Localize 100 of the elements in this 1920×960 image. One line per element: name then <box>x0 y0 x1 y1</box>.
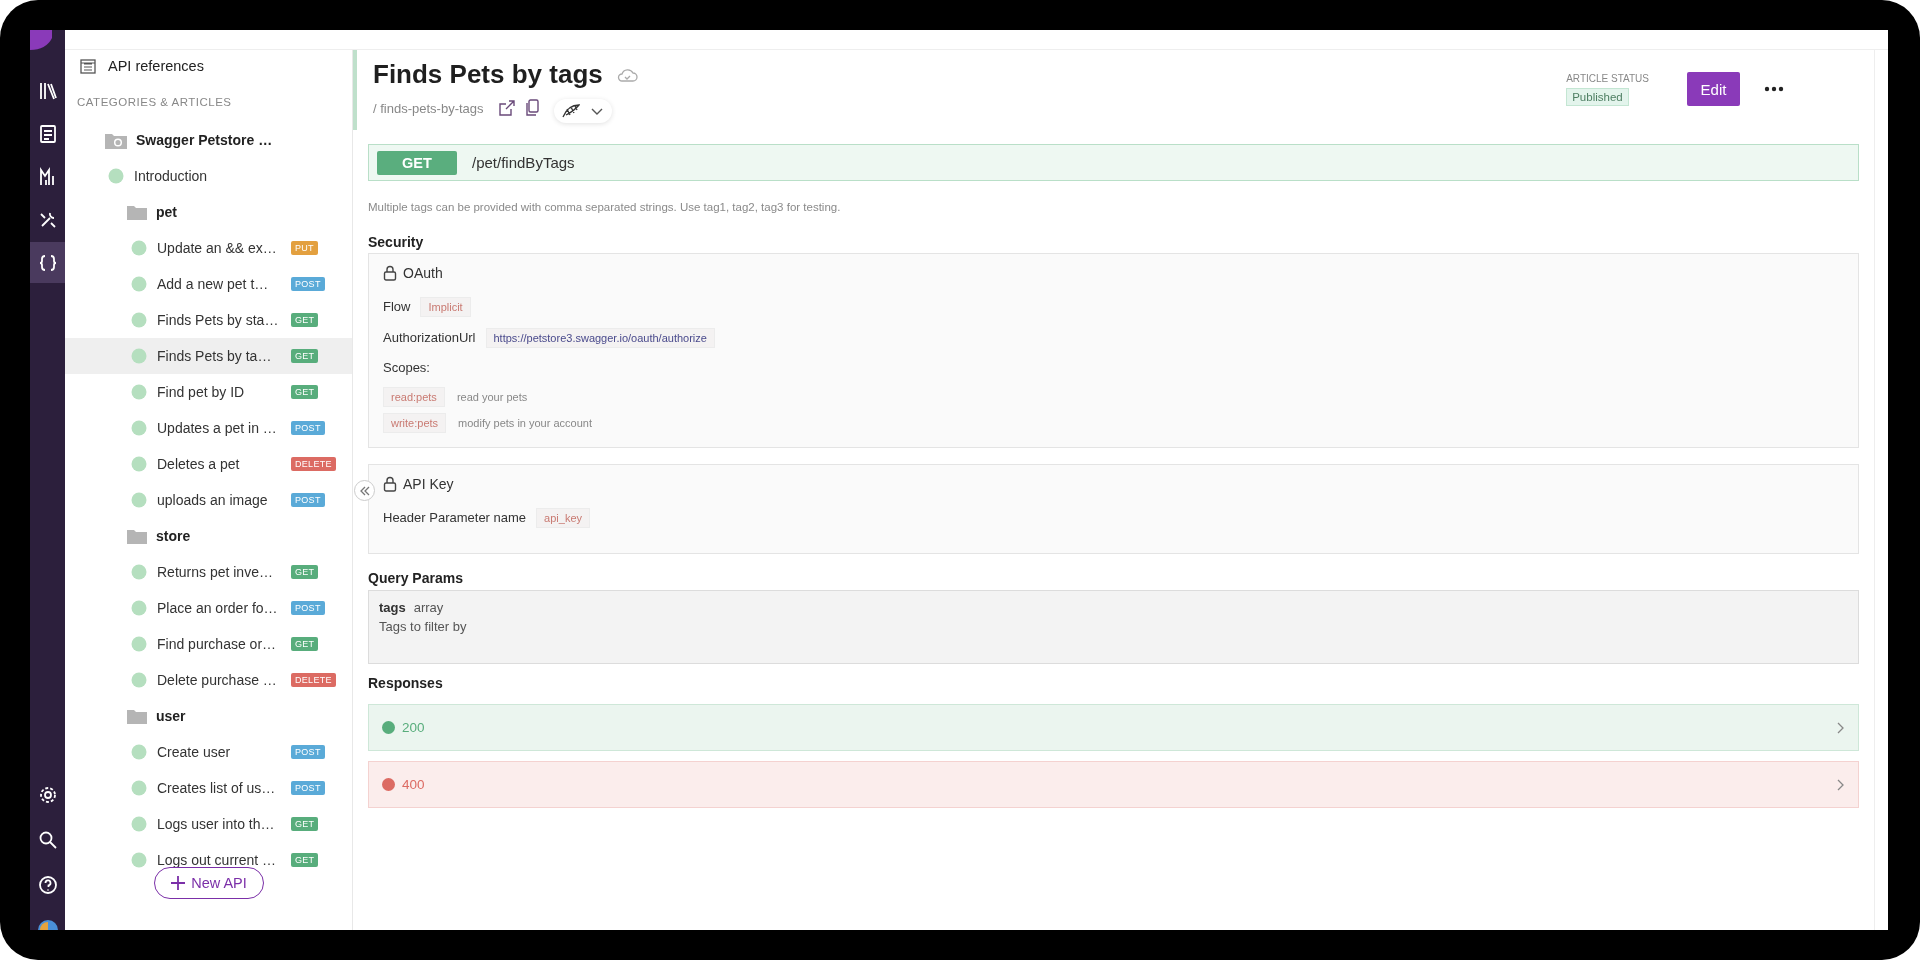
method-badge: POST <box>291 421 325 435</box>
field-label: Flow <box>383 299 411 314</box>
tree-item[interactable]: Swagger Petstore … <box>65 122 352 158</box>
tree-item[interactable]: Returns pet inve… GET <box>65 554 352 590</box>
lock-icon <box>383 476 397 492</box>
param-description: Tags to filter by <box>379 618 468 636</box>
tree-item[interactable]: Place an order fo… POST <box>65 590 352 626</box>
method-badge: GET <box>377 150 457 175</box>
status-dot-icon <box>131 564 147 580</box>
feather-icon <box>561 103 580 119</box>
status-dot-icon <box>131 240 147 256</box>
tree-item[interactable]: Finds Pets by sta… GET <box>65 302 352 338</box>
folder-icon <box>105 131 127 149</box>
field-value: api_key <box>536 507 590 528</box>
folder-icon <box>127 708 147 724</box>
folder-icon <box>127 204 147 220</box>
scheme-name: OAuth <box>403 265 443 281</box>
method-badge: PUT <box>291 241 318 255</box>
status-dot-icon <box>131 600 147 616</box>
status-dot-icon <box>131 384 147 400</box>
tree-item[interactable]: user <box>65 698 352 734</box>
status-dot-icon <box>131 456 147 472</box>
status-dot-icon <box>131 420 147 436</box>
tree-item[interactable]: Updates a pet in … POST <box>65 410 352 446</box>
help-icon[interactable] <box>37 875 58 895</box>
tree-item[interactable]: Introduction <box>65 158 352 194</box>
method-badge: GET <box>291 313 319 327</box>
chevron-right-icon <box>1836 721 1845 734</box>
scope-description: read your pets <box>456 391 528 403</box>
param-type: array <box>413 599 444 617</box>
status-dot-icon <box>131 492 147 508</box>
tree-item[interactable]: Create user POST <box>65 734 352 770</box>
tree-item[interactable]: Deletes a pet DELETE <box>65 446 352 482</box>
method-badge: DELETE <box>291 673 336 687</box>
param-name: tags <box>379 599 406 617</box>
status-dot-icon <box>108 168 124 184</box>
document-icon <box>37 123 58 144</box>
tree-item[interactable]: Delete purchase … DELETE <box>65 662 352 698</box>
status-dot-icon <box>131 348 147 364</box>
description: Multiple tags can be provided with comma separated strings. Use tag1, tag2, tag3 for testing. <box>368 200 842 215</box>
tree-item[interactable]: store <box>65 518 352 554</box>
method-badge: GET <box>291 637 319 651</box>
edit-button[interactable]: Edit <box>1687 72 1740 106</box>
code-braces-icon <box>37 252 58 273</box>
field-label: AuthorizationUrl <box>383 330 476 345</box>
settings-icon[interactable] <box>37 785 58 805</box>
double-chevron-icon <box>358 484 371 497</box>
method-badge: GET <box>291 349 319 363</box>
copy-icon[interactable] <box>523 99 540 117</box>
more-icon[interactable] <box>1764 86 1784 92</box>
tree-item[interactable]: Update an && ex… PUT <box>65 230 352 266</box>
status-dot-icon <box>131 636 147 652</box>
list-icon <box>80 58 96 74</box>
method-badge: POST <box>291 601 325 615</box>
status-badge: Published <box>1566 87 1629 106</box>
endpoint-path: /pet/findByTags <box>472 154 575 171</box>
avatar-icon[interactable] <box>37 920 58 930</box>
status-dot-icon <box>131 852 147 868</box>
scope-description: modify pets in your account <box>458 417 592 429</box>
tree-item[interactable]: Find pet by ID GET <box>65 374 352 410</box>
search-icon[interactable] <box>37 830 58 850</box>
field-label: Header Parameter name <box>383 510 527 525</box>
lock-icon <box>383 265 397 281</box>
section-heading: Responses <box>368 674 444 692</box>
method-badge: POST <box>291 781 325 795</box>
section-heading: Security <box>368 233 425 251</box>
scope-name: read:pets <box>383 387 445 407</box>
new-api-button[interactable]: New API <box>154 867 264 899</box>
sidebar-title[interactable]: API references <box>108 58 204 74</box>
tree-item[interactable]: Finds Pets by ta… GET <box>65 338 352 374</box>
feather-dropdown-button[interactable] <box>553 99 612 123</box>
tree-item[interactable]: pet <box>65 194 352 230</box>
status-dot-icon <box>131 672 147 688</box>
method-badge: GET <box>291 385 319 399</box>
method-badge: DELETE <box>291 457 336 471</box>
tree-item[interactable]: Logs user into th… GET <box>65 806 352 842</box>
tree-item[interactable]: Add a new pet t… POST <box>65 266 352 302</box>
method-badge: GET <box>291 817 319 831</box>
method-badge: GET <box>291 853 319 867</box>
chevron-down-icon <box>589 106 604 116</box>
scheme-name: API Key <box>403 476 454 492</box>
article-slug: / finds-pets-by-tags <box>373 100 484 116</box>
method-badge: POST <box>291 745 325 759</box>
chevron-right-icon <box>1836 778 1845 791</box>
field-value: Implicit <box>420 296 471 317</box>
status-label: ARTICLE STATUS <box>1566 72 1649 84</box>
url-value: https://petstore3.swagger.io/oauth/authorize <box>485 327 715 348</box>
scopes-label: Scopes: <box>383 359 431 377</box>
article-title: Finds Pets by tags <box>373 58 603 90</box>
tree-item[interactable]: Find purchase or… GET <box>65 626 352 662</box>
plus-icon <box>171 876 186 890</box>
tree-item[interactable]: uploads an image POST <box>65 482 352 518</box>
method-badge: POST <box>291 493 325 507</box>
method-badge: GET <box>291 565 319 579</box>
section-label: CATEGORIES & ARTICLES <box>76 95 233 110</box>
status-dot-icon <box>131 276 147 292</box>
logo-icon <box>30 30 52 50</box>
status-dot-icon <box>131 780 147 796</box>
tree-item[interactable]: Creates list of us… POST <box>65 770 352 806</box>
external-link-icon[interactable] <box>497 99 516 117</box>
